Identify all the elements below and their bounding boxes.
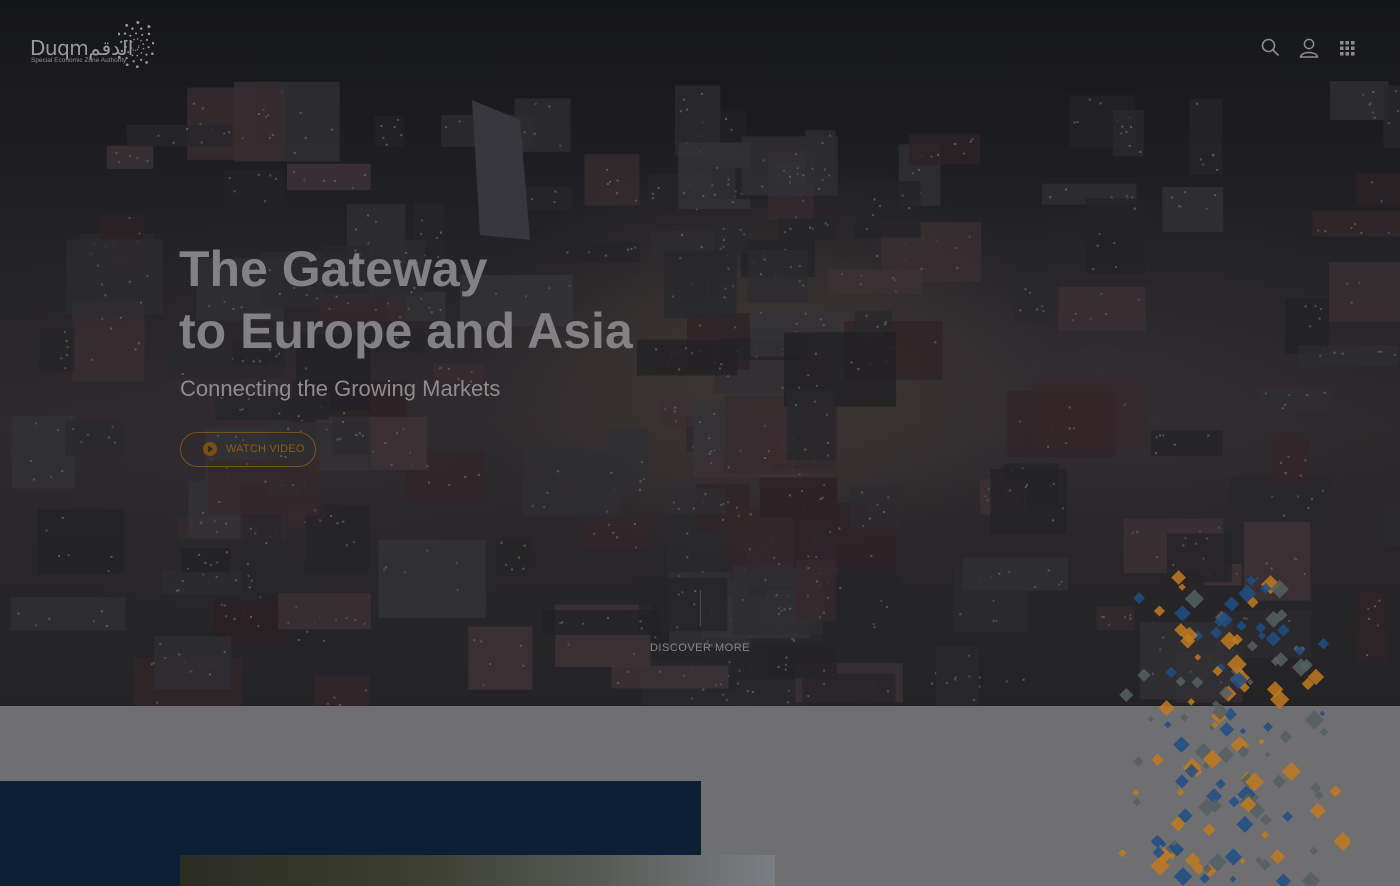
logo-tagline: Special Economic Zone Authority [31, 57, 127, 64]
watch-video-label: WATCH VIDEO [226, 443, 305, 455]
section-photo [180, 855, 775, 886]
search-icon[interactable] [1261, 38, 1280, 57]
hero-title-line-2: to Europe and Asia [179, 303, 633, 359]
discover-more-link[interactable]: DISCOVER MORE [650, 642, 750, 654]
user-icon[interactable] [1299, 38, 1319, 58]
play-icon [203, 442, 217, 456]
duqm-logo[interactable]: Duqmالدقم Special Economic Zone Authorit… [30, 20, 155, 76]
watch-video-button[interactable]: WATCH VIDEO [180, 432, 316, 467]
logo-dot-swirl-icon [118, 21, 154, 69]
hero-subtitle: Connecting the Growing Markets [180, 376, 501, 401]
discover-divider [700, 590, 701, 626]
hero-title-line-1: The Gateway [179, 241, 488, 297]
hero-title: The Gateway to Europe and Asia [179, 238, 633, 362]
apps-grid-icon[interactable] [1340, 41, 1355, 56]
diamond-pattern-graphic [1118, 570, 1350, 886]
